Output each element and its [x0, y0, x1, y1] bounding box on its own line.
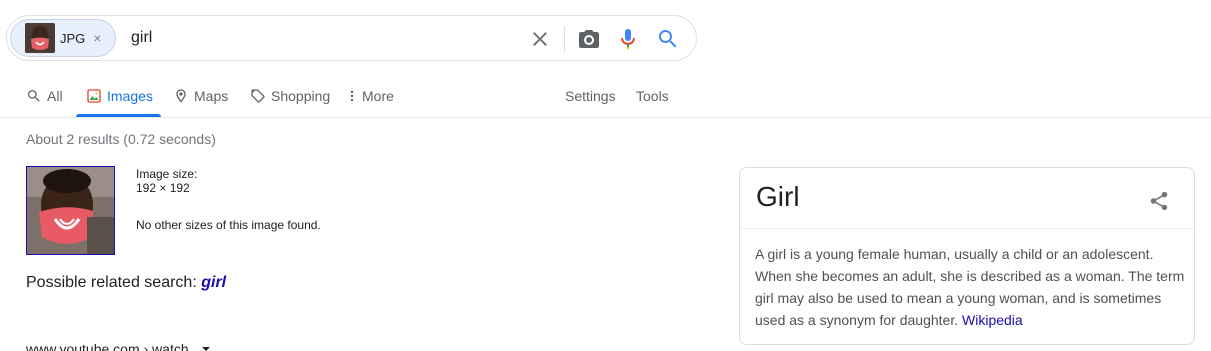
image-size-value: 192 × 192 — [136, 181, 190, 195]
knowledge-panel: Girl A girl is a young female human, usu… — [739, 167, 1195, 345]
share-icon[interactable] — [1148, 190, 1170, 217]
active-tab-indicator — [76, 114, 161, 117]
query-image-thumbnail — [25, 23, 55, 53]
knowledge-panel-description: A girl is a young female human, usually … — [755, 243, 1185, 331]
result-stats: About 2 results (0.72 seconds) — [26, 131, 216, 147]
image-size-label: Image size: — [136, 167, 198, 181]
image-icon — [87, 89, 101, 103]
chip-close-icon[interactable]: × — [93, 31, 101, 45]
camera-icon[interactable] — [577, 27, 601, 51]
query-image[interactable] — [26, 166, 115, 255]
related-search: Possible related search: girl — [26, 274, 226, 292]
search-icon — [28, 90, 40, 102]
wikipedia-link[interactable]: Wikipedia — [962, 312, 1023, 328]
clear-icon[interactable] — [528, 27, 552, 51]
tab-settings-label: Settings — [565, 88, 616, 104]
tab-maps[interactable]: Maps — [173, 75, 228, 117]
search-results-page: JPG × girl All Images Maps Shopping More… — [0, 0, 1211, 351]
related-search-prefix: Possible related search: — [26, 274, 197, 291]
tag-icon — [251, 89, 265, 103]
knowledge-panel-title: Girl — [756, 181, 800, 212]
tab-more[interactable]: More — [347, 75, 394, 117]
tab-all-label: All — [47, 88, 63, 104]
tab-shopping[interactable]: Shopping — [250, 75, 330, 117]
result-cite-url: www.youtube.com › watch — [26, 341, 189, 351]
search-tabs: All Images Maps Shopping More Settings T… — [0, 75, 1211, 118]
related-search-link[interactable]: girl — [201, 274, 226, 291]
tab-more-label: More — [362, 88, 394, 104]
tab-shopping-label: Shopping — [271, 88, 331, 104]
search-input[interactable]: girl — [131, 29, 152, 47]
no-other-sizes-text: No other sizes of this image found. — [136, 218, 321, 232]
tab-images[interactable]: Images — [86, 75, 153, 117]
search-divider — [564, 26, 565, 52]
kebab-icon — [350, 90, 354, 102]
tab-maps-label: Maps — [194, 88, 229, 104]
search-box[interactable]: JPG × girl — [6, 15, 697, 61]
result-cite[interactable]: www.youtube.com › watch — [26, 341, 211, 351]
tab-images-label: Images — [107, 88, 153, 104]
microphone-icon[interactable] — [616, 27, 640, 51]
chevron-down-icon[interactable] — [201, 341, 211, 351]
map-pin-icon — [176, 89, 186, 103]
search-icon[interactable] — [656, 27, 680, 51]
tab-tools[interactable]: Tools — [636, 75, 669, 117]
knowledge-panel-divider — [740, 228, 1194, 229]
tab-all[interactable]: All — [26, 75, 63, 117]
chip-label: JPG — [60, 30, 86, 46]
tab-tools-label: Tools — [636, 88, 669, 104]
image-query-chip[interactable]: JPG × — [10, 19, 116, 57]
tab-settings[interactable]: Settings — [565, 75, 616, 117]
